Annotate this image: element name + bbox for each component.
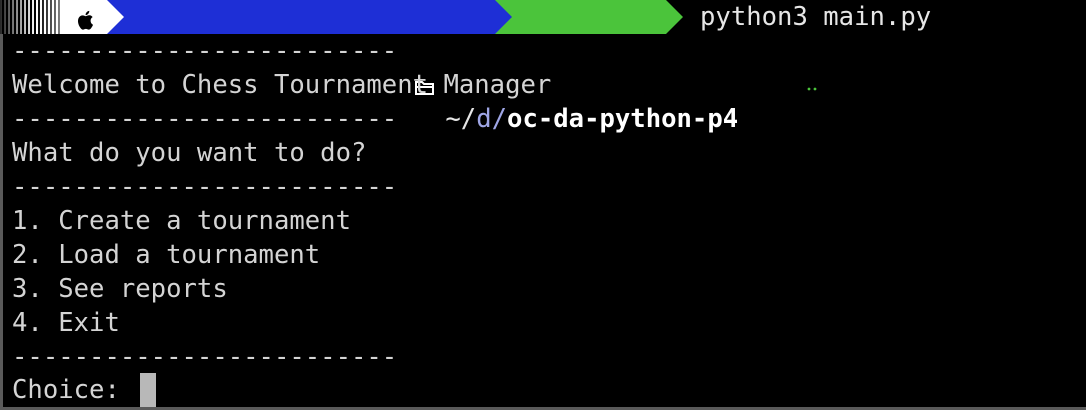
prompt-separator	[107, 0, 124, 34]
question-text: What do you want to do?	[12, 138, 367, 168]
git-branch-name: main	[1006, 104, 1069, 134]
command-text: python3 main.py	[700, 2, 932, 32]
separator-line: -------------------------	[12, 342, 398, 372]
prompt-separator	[495, 0, 512, 34]
separator-line: -------------------------	[12, 36, 398, 66]
choice-prompt[interactable]: Choice:	[12, 373, 135, 407]
window-border-left	[0, 0, 3, 410]
github-icon	[648, 38, 822, 140]
prompt-dither-segment	[0, 0, 60, 34]
separator-line: -------------------------	[12, 104, 398, 134]
prompt-os-segment	[60, 0, 107, 34]
prompt-directory-segment: ~/d/oc-da-python-p4	[107, 0, 738, 134]
menu-item: 3. See reports	[12, 274, 228, 304]
shell-prompt: ~/d/oc-da-python-p4 main python3 main.py	[0, 0, 1086, 134]
terminal-window[interactable]: ~/d/oc-da-python-p4 main python3 main.py…	[0, 0, 1086, 410]
directory-parent: d/	[476, 104, 508, 134]
git-branch-icon	[828, 38, 997, 140]
menu-item: 2. Load a tournament	[12, 240, 321, 270]
apple-icon	[76, 7, 94, 37]
prompt-separator	[666, 0, 683, 34]
text-cursor[interactable]	[140, 373, 156, 407]
prompt-git-segment: main	[495, 0, 1068, 134]
separator-line: -------------------------	[12, 172, 398, 202]
menu-item: 1. Create a tournament	[12, 206, 351, 236]
directory-home: ~/	[445, 104, 477, 134]
menu-item: 4. Exit	[12, 308, 120, 338]
welcome-message: Welcome to Chess Tournament Manager	[12, 70, 552, 100]
